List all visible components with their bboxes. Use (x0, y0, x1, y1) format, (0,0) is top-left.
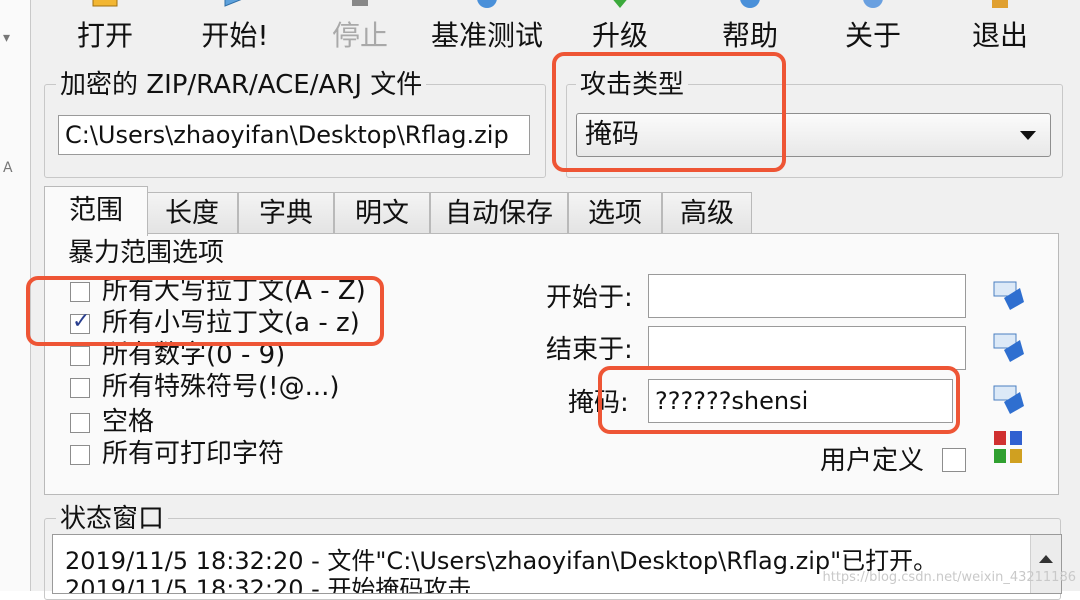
help-label: 帮助 (721, 19, 778, 52)
status-scrollbar[interactable] (1030, 535, 1061, 593)
background-glyph: A (3, 160, 13, 176)
tab-length[interactable]: 长度 (146, 192, 238, 234)
custom-charset-icon[interactable] (990, 428, 1028, 466)
exit-button[interactable]: 退出 (965, 0, 1035, 58)
background-glyph: ▾ (3, 30, 11, 46)
start-label: 开始! (201, 19, 269, 52)
space-label: 空格 (102, 407, 155, 437)
end-at-label: 结束于: (546, 335, 633, 365)
attack-type-group-title: 攻击类型 (576, 70, 689, 100)
digits-checkbox[interactable] (70, 346, 90, 366)
tab-options[interactable]: 选项 (568, 192, 662, 234)
all-printable-label: 所有可打印字符 (102, 439, 285, 469)
about-button[interactable]: 关于 (838, 0, 908, 58)
space-checkbox[interactable] (70, 413, 90, 433)
start-from-label: 开始于: (546, 283, 633, 313)
tab-range[interactable]: 范围 (44, 186, 148, 236)
help-button[interactable]: 帮助 (715, 0, 785, 58)
stop-button[interactable]: 停止 (325, 0, 395, 58)
end-at-input[interactable] (648, 326, 966, 370)
special-symbols-checkbox[interactable] (70, 378, 90, 398)
user-defined-checkbox[interactable] (942, 448, 966, 472)
stop-label: 停止 (331, 19, 388, 52)
stop-icon (352, 0, 368, 6)
uppercase-label: 所有大写拉丁文(A - Z) (102, 276, 366, 306)
charset-icon[interactable] (990, 380, 1028, 418)
special-symbols-label: 所有特殊符号(!@...) (102, 372, 340, 402)
tab-advanced[interactable]: 高级 (662, 192, 752, 234)
exit-label: 退出 (971, 19, 1028, 52)
attack-type-select[interactable]: 掩码 (576, 113, 1051, 157)
status-line: 2019/11/5 18:32:20 - 文件"C:\Users\zhaoyif… (65, 547, 938, 575)
mask-input[interactable]: ??????shensi (648, 379, 953, 423)
user-defined-label: 用户定义 (820, 446, 925, 476)
tab-dictionary[interactable]: 字典 (238, 192, 334, 234)
digits-label: 所有数字(0 - 9) (102, 340, 286, 370)
toolbar: 打开 开始! 停止 基准测试 升级 帮助 关于 退出 (30, 0, 1080, 60)
start-button[interactable]: 开始! (195, 0, 275, 58)
archive-path-input[interactable]: C:\Users\zhaoyifan\Desktop\Rflag.zip (58, 115, 530, 155)
exit-icon (992, 0, 1008, 8)
uppercase-checkbox[interactable] (70, 282, 90, 302)
about-icon (863, 0, 883, 8)
lowercase-label: 所有小写拉丁文(a - z) (102, 308, 360, 338)
scroll-up-icon[interactable] (1039, 555, 1053, 563)
benchmark-icon (477, 0, 497, 8)
chevron-down-icon (1020, 131, 1036, 140)
upgrade-icon (613, 0, 627, 8)
mask-label: 掩码: (568, 388, 629, 418)
encrypted-file-group-title: 加密的 ZIP/RAR/ACE/ARJ 文件 (56, 70, 427, 100)
start-icon (224, 0, 242, 7)
background-window-edge: ▾ A (0, 0, 30, 591)
attack-type-value: 掩码 (585, 119, 639, 150)
open-button[interactable]: 打开 (70, 0, 140, 58)
open-label: 打开 (76, 19, 133, 52)
start-from-input[interactable] (648, 274, 966, 318)
about-label: 关于 (844, 19, 901, 52)
benchmark-button[interactable]: 基准测试 (428, 0, 546, 58)
lowercase-checkbox[interactable] (70, 309, 90, 334)
range-group-title: 暴力范围选项 (64, 238, 229, 268)
tab-plaintext[interactable]: 明文 (334, 192, 430, 234)
charset-icon[interactable] (990, 276, 1028, 314)
help-icon (740, 0, 760, 8)
tab-autosave[interactable]: 自动保存 (430, 192, 568, 234)
status-group-title: 状态窗口 (56, 504, 169, 534)
status-log[interactable]: 2019/11/5 18:32:20 - 文件"C:\Users\zhaoyif… (52, 534, 1062, 594)
open-icon (92, 0, 118, 7)
watermark: https://blog.csdn.net/weixin_43211186 (822, 570, 1076, 585)
charset-icon[interactable] (990, 328, 1028, 366)
benchmark-label: 基准测试 (430, 19, 543, 52)
status-line: 2019/11/5 18:32:20 - 开始掩码攻击 (65, 575, 472, 594)
upgrade-button[interactable]: 升级 (585, 0, 655, 58)
upgrade-label: 升级 (591, 19, 648, 52)
all-printable-checkbox[interactable] (70, 445, 90, 465)
